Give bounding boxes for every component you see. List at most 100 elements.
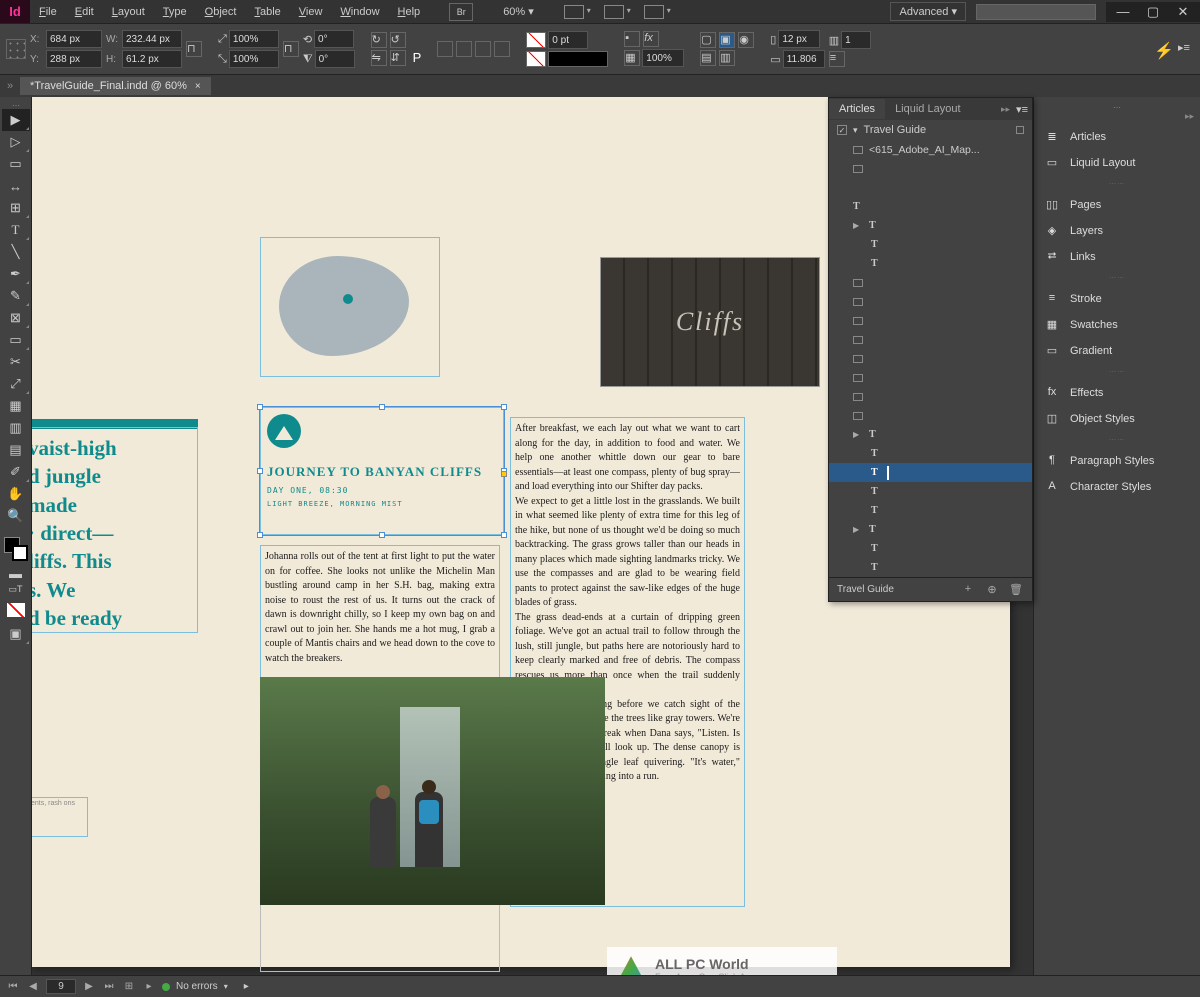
article-item[interactable] (829, 178, 1032, 197)
quick-apply-icon[interactable]: ⚡ (1154, 41, 1174, 57)
panel-stroke[interactable]: ≡Stroke (1034, 286, 1200, 312)
body-column-1[interactable]: Johanna rolls out of the tent at first l… (260, 545, 500, 685)
selection-handle[interactable] (501, 532, 507, 538)
close-button[interactable]: ✕ (1172, 4, 1194, 20)
article-item[interactable]: T (829, 482, 1032, 501)
next-page-button[interactable]: ▶ (82, 981, 96, 992)
wrap-none-icon[interactable]: ▢ (700, 32, 716, 48)
rectangle-tool[interactable]: ▭ (2, 329, 30, 351)
expand-arrow-icon[interactable]: ▶ (853, 525, 863, 534)
constrain-wh-icon[interactable]: ⊓ (186, 41, 202, 57)
zoom-level[interactable]: 60% ▾ (503, 5, 534, 18)
rotate-ccw-icon[interactable]: ↺ (390, 32, 406, 48)
maximize-button[interactable]: ▢ (1142, 4, 1164, 20)
zoom-tool[interactable]: 🔍 (2, 505, 30, 527)
menu-view[interactable]: View (290, 2, 332, 22)
page-input[interactable] (46, 979, 76, 994)
wrap-jump-col-icon[interactable]: ▥ (719, 50, 735, 66)
workspace-select[interactable]: Advanced ▾ (890, 2, 966, 21)
panel-effects[interactable]: fxEffects (1034, 380, 1200, 406)
free-transform-tool[interactable]: ⤢ (2, 373, 30, 395)
article-item[interactable]: T (829, 463, 1032, 482)
selection-handle[interactable] (257, 468, 263, 474)
shear-input[interactable] (315, 50, 355, 68)
eyedropper-tool[interactable]: ✐ (2, 461, 30, 483)
add-selection-button[interactable]: ⊕ (984, 583, 1000, 597)
article-item[interactable] (829, 406, 1032, 425)
article-item[interactable]: T (829, 254, 1032, 273)
fx-icon[interactable]: fx (643, 31, 659, 47)
delete-article-button[interactable]: 🗑 (1008, 583, 1024, 597)
height-input[interactable] (122, 50, 182, 68)
selection-tool[interactable]: ▶ (2, 109, 30, 131)
line-tool[interactable]: ╲ (2, 241, 30, 263)
selection-handle[interactable] (257, 404, 263, 410)
prev-page-button[interactable]: ◀ (26, 981, 40, 992)
view-options-icon[interactable] (564, 5, 584, 19)
type-tool[interactable]: T (2, 219, 30, 241)
fill-stroke-swatch[interactable] (4, 537, 28, 561)
status-menu-button[interactable]: ▸ (244, 981, 249, 992)
gradient-swatch-tool[interactable]: ▦ (2, 395, 30, 417)
stroke-swatch[interactable] (526, 51, 546, 67)
note-tool[interactable]: ▤ (2, 439, 30, 461)
document-tab[interactable]: *TravelGuide_Final.indd @ 60% × (20, 77, 211, 95)
panel-layers[interactable]: ◈Layers (1034, 218, 1200, 244)
article-item[interactable]: T (829, 197, 1032, 216)
select-content-icon[interactable] (456, 41, 472, 57)
arrange-docs-icon[interactable] (644, 5, 664, 19)
stroke-weight-input[interactable] (548, 31, 588, 49)
menu-type[interactable]: Type (154, 2, 196, 22)
panel-character-styles[interactable]: ACharacter Styles (1034, 474, 1200, 500)
gradient-feather-tool[interactable]: ▥ (2, 417, 30, 439)
journey-text-frame[interactable]: JOURNEY TO BANYAN CLIFFS DAY ONE, 08:30 … (260, 407, 504, 535)
rotation-handle[interactable] (501, 471, 507, 477)
menu-table[interactable]: Table (245, 2, 289, 22)
article-item[interactable] (829, 387, 1032, 406)
screen-mode-tool[interactable]: ▣ (2, 623, 30, 645)
scale-x-input[interactable] (229, 30, 279, 48)
panel-object-styles[interactable]: ◫Object Styles (1034, 406, 1200, 432)
selection-handle[interactable] (257, 532, 263, 538)
rotate-input[interactable] (314, 30, 354, 48)
pen-tool[interactable]: ✒ (2, 263, 30, 285)
article-item[interactable] (829, 349, 1032, 368)
selection-handle[interactable] (501, 404, 507, 410)
new-article-button[interactable]: + (960, 583, 976, 597)
article-item[interactable]: <615_Adobe_AI_Map... (829, 140, 1032, 159)
wrap-bbox-icon[interactable]: ▣ (719, 32, 735, 48)
article-item[interactable]: T (829, 539, 1032, 558)
panel-articles[interactable]: ≣Articles (1034, 124, 1200, 150)
menu-layout[interactable]: Layout (103, 2, 154, 22)
empty-frame[interactable] (260, 902, 500, 972)
panel-pages[interactable]: ▯▯Pages (1034, 192, 1200, 218)
panel-paragraph-styles[interactable]: ¶Paragraph Styles (1034, 448, 1200, 474)
expand-arrow-icon[interactable]: ▶ (853, 221, 863, 230)
menu-object[interactable]: Object (196, 2, 246, 22)
article-item[interactable] (829, 311, 1032, 330)
width-input[interactable] (122, 30, 182, 48)
fill-swatch[interactable] (526, 32, 546, 48)
snippet-frame[interactable]: ents, rash ons (32, 797, 88, 837)
drop-shadow-icon[interactable]: ▪ (624, 31, 640, 47)
article-item[interactable] (829, 159, 1032, 178)
tab-handle-icon[interactable]: » (0, 75, 20, 97)
formatting-container-icon[interactable]: ▭T (2, 581, 30, 597)
include-checkbox[interactable]: ✓ (837, 125, 847, 135)
balance-cols-icon[interactable]: ≡ (829, 51, 845, 67)
menu-window[interactable]: Window (331, 2, 388, 22)
article-item[interactable] (829, 368, 1032, 387)
article-item[interactable]: T (829, 558, 1032, 577)
content-collector-tool[interactable]: ⊞ (2, 197, 30, 219)
x-input[interactable] (46, 30, 102, 48)
panel-menu-icon[interactable]: ▾≡ (1016, 103, 1028, 116)
article-item[interactable] (829, 273, 1032, 292)
tab-close-icon[interactable]: × (195, 81, 201, 92)
master-page-button[interactable]: ⊞ (122, 981, 136, 992)
panel-liquid-layout[interactable]: ▭Liquid Layout (1034, 150, 1200, 176)
selection-handle[interactable] (379, 404, 385, 410)
first-page-button[interactable]: ⏮ (6, 981, 20, 992)
screen-mode-icon[interactable] (604, 5, 624, 19)
apply-none-icon[interactable] (7, 603, 25, 617)
menu-edit[interactable]: Edit (66, 2, 103, 22)
